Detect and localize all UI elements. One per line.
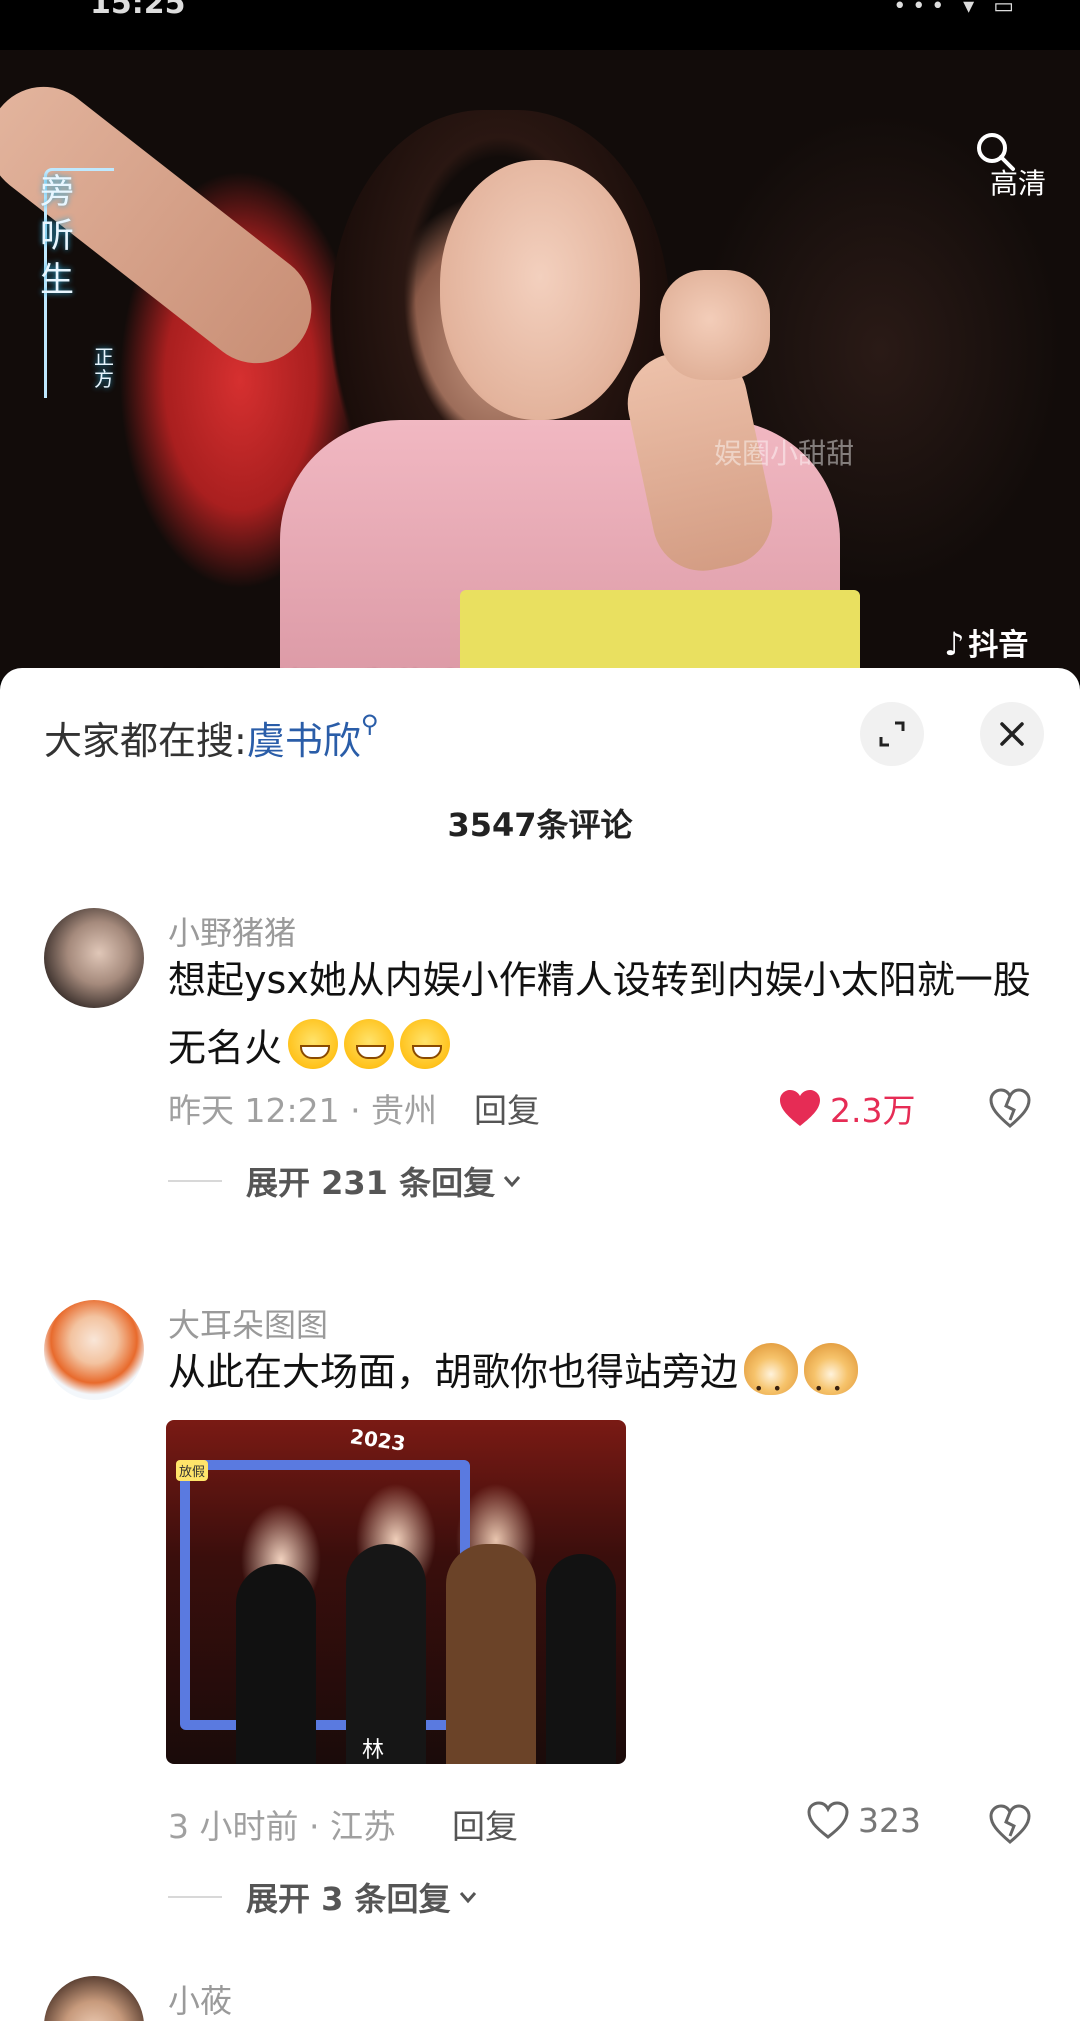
comment-username[interactable]: 小莜 bbox=[168, 1976, 232, 2021]
search-small-icon: ⚲ bbox=[360, 710, 379, 738]
comment-text: 想起ysx她从内娱小作精人设转到内娱小太阳就一股无名火 bbox=[168, 946, 1048, 1082]
hd-quality-button[interactable]: 高清 bbox=[990, 162, 1046, 202]
comment-time-location: 昨天 12:21 · 贵州 bbox=[168, 1091, 438, 1130]
image-badge: 放假 bbox=[176, 1460, 209, 1481]
like-count: 2.3万 bbox=[830, 1091, 916, 1130]
comment-time-location: 3 小时前 · 江苏 bbox=[168, 1807, 396, 1846]
expand-replies-label: 展开 3 条回复 bbox=[246, 1880, 451, 1918]
like-button[interactable]: 2.3万 bbox=[778, 1084, 915, 1132]
show-logo-char: 旁 bbox=[40, 172, 74, 212]
dislike-icon[interactable] bbox=[988, 1802, 1032, 1846]
expand-icon bbox=[879, 721, 905, 747]
show-logo-char: 听 bbox=[40, 216, 74, 256]
hot-search-prefix: 大家都在搜: bbox=[44, 719, 247, 763]
divider bbox=[168, 1896, 222, 1898]
tiktok-brand-label: 抖音 bbox=[968, 628, 1029, 663]
grin-emoji-icon bbox=[344, 1019, 395, 1069]
heart-outline-icon bbox=[807, 1801, 849, 1839]
video-player[interactable]: 旁 听 生 正方 高清 娱圈小甜甜 ♪抖音 大家都听得见我说话 1 bbox=[0, 50, 1080, 680]
doge-emoji-icon bbox=[744, 1343, 799, 1423]
grin-emoji-icon bbox=[288, 1019, 339, 1069]
show-logo-sub: 正方 bbox=[94, 345, 114, 391]
image-photo-frame bbox=[180, 1460, 470, 1730]
avatar[interactable] bbox=[44, 1300, 144, 1400]
comments-sheet: 大家都在搜:虞书欣⚲ 3547条评论 小野猪猪 想起ysx她从内娱小作精人设转到… bbox=[0, 668, 1080, 2021]
watermark: 娱圈小甜甜 bbox=[714, 437, 855, 470]
show-logo: 旁 听 生 正方 bbox=[40, 170, 120, 410]
chevron-down-icon bbox=[459, 1892, 476, 1904]
close-icon bbox=[1000, 722, 1024, 746]
avatar[interactable] bbox=[44, 1976, 144, 2021]
comment-image[interactable]: 2023 放假 林 bbox=[166, 1420, 626, 1764]
image-figure bbox=[446, 1544, 536, 1764]
hot-search-keyword[interactable]: 虞书欣 bbox=[247, 719, 361, 763]
show-logo-char: 生 bbox=[40, 260, 74, 300]
comment-body: 从此在大场面，胡歌你也得站旁边 bbox=[168, 1350, 739, 1394]
image-year-text: 2023 bbox=[348, 1424, 408, 1456]
reply-button[interactable]: 回复 bbox=[474, 1084, 540, 1132]
expand-sheet-button[interactable] bbox=[860, 702, 924, 766]
expand-replies-button[interactable]: 展开 231 条回复 bbox=[168, 1158, 523, 1204]
status-time: 15:25 bbox=[90, 0, 186, 21]
image-figure bbox=[346, 1544, 426, 1764]
close-sheet-button[interactable] bbox=[980, 702, 1044, 766]
expand-replies-label: 展开 231 条回复 bbox=[246, 1164, 496, 1202]
reply-button[interactable]: 回复 bbox=[452, 1800, 518, 1848]
chevron-down-icon bbox=[503, 1176, 521, 1188]
divider bbox=[168, 1180, 222, 1182]
image-caption: 林 bbox=[362, 1738, 385, 1763]
image-figure bbox=[546, 1554, 616, 1764]
status-bar: 15:25 ••• ▾ ▭ bbox=[0, 0, 1080, 50]
status-icons: ••• ▾ ▭ bbox=[893, 0, 1020, 19]
avatar[interactable] bbox=[44, 908, 144, 1008]
comments-count: 3547条评论 bbox=[447, 806, 633, 844]
hot-search[interactable]: 大家都在搜:虞书欣⚲ bbox=[44, 710, 378, 765]
comment-text: 从此在大场面，胡歌你也得站旁边 bbox=[168, 1338, 1048, 1423]
like-count: 323 bbox=[858, 1800, 921, 1840]
video-frame-shape bbox=[660, 270, 770, 380]
tiktok-brand: ♪ 抖音 bbox=[944, 620, 1028, 664]
tiktok-logo-icon: ♪ bbox=[944, 625, 965, 663]
dislike-icon[interactable] bbox=[988, 1086, 1032, 1130]
expand-replies-button[interactable]: 展开 3 条回复 bbox=[168, 1874, 479, 1920]
grin-emoji-icon bbox=[400, 1019, 451, 1069]
video-frame-shape bbox=[460, 590, 860, 680]
like-button[interactable]: 323 bbox=[806, 1800, 921, 1840]
video-frame-shape bbox=[440, 160, 640, 420]
image-figure bbox=[236, 1564, 316, 1764]
heart-filled-icon bbox=[780, 1090, 820, 1126]
doge-emoji-icon bbox=[804, 1343, 859, 1423]
